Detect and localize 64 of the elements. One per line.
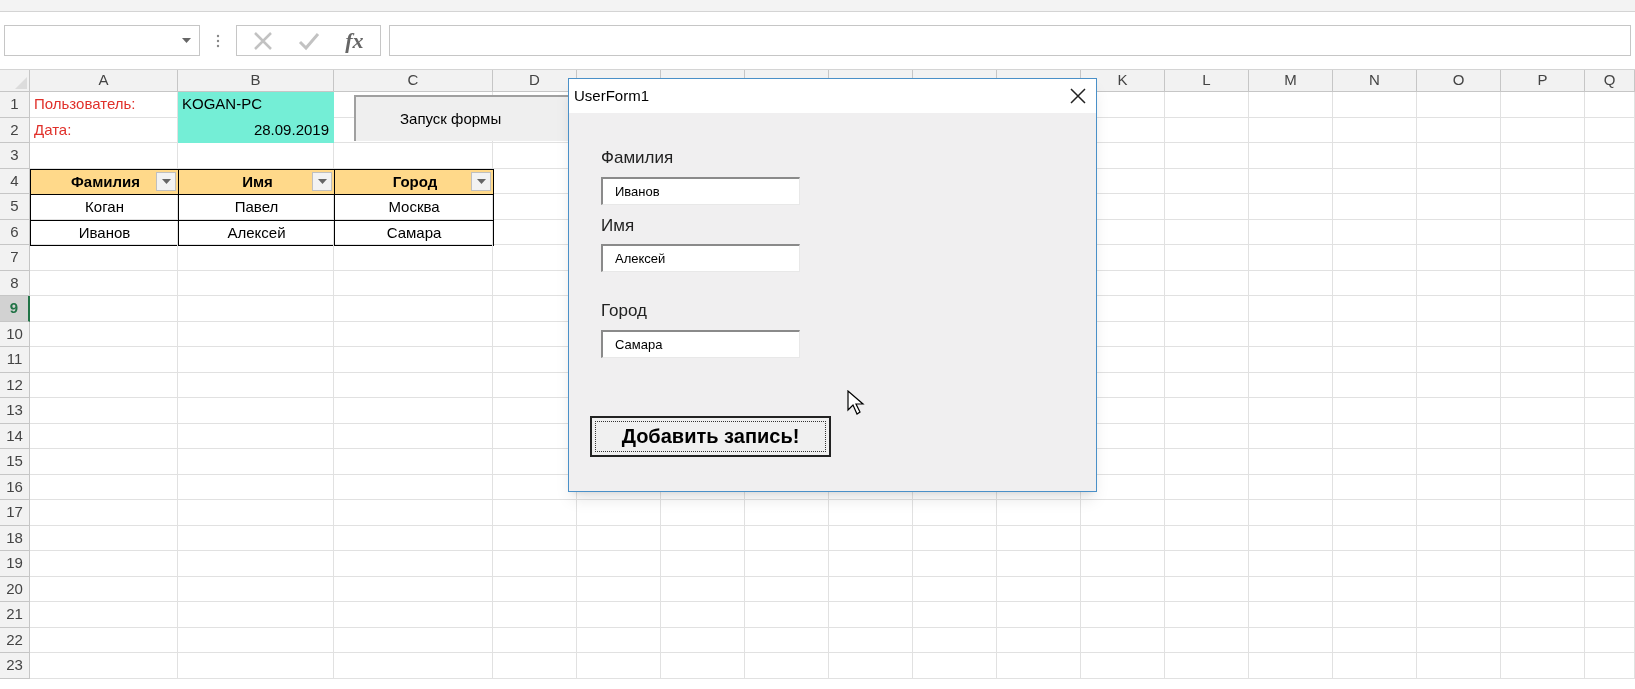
row-header[interactable]: 8 xyxy=(0,270,30,296)
caret-icon xyxy=(182,38,191,43)
mouse-pointer-icon xyxy=(847,389,865,416)
column-header[interactable]: B xyxy=(178,70,334,92)
field-label: Фамилия xyxy=(601,147,675,169)
row-header[interactable]: 5 xyxy=(0,194,30,220)
add-record-button[interactable]: Добавить запись! xyxy=(590,415,831,457)
column-header[interactable]: O xyxy=(1417,70,1501,92)
column-header[interactable]: L xyxy=(1165,70,1249,92)
row-header[interactable]: 18 xyxy=(0,525,30,551)
filter-dropdown-button[interactable] xyxy=(312,172,332,192)
filter-dropdown-button[interactable] xyxy=(156,172,176,192)
caret-icon xyxy=(476,179,486,185)
row-header[interactable]: 16 xyxy=(0,474,30,500)
column-header[interactable]: N xyxy=(1333,70,1417,92)
row-header[interactable]: 19 xyxy=(0,551,30,577)
row-header[interactable]: 7 xyxy=(0,245,30,271)
column-header[interactable]: M xyxy=(1249,70,1333,92)
header-text: Город xyxy=(391,171,439,192)
column-header[interactable]: A xyxy=(30,70,178,92)
table-cell: Коган xyxy=(30,194,179,221)
check-icon[interactable] xyxy=(298,30,321,51)
row-header[interactable]: 9 xyxy=(0,296,30,322)
highlighted-cell: KOGAN-PC xyxy=(178,92,334,118)
column-header[interactable]: P xyxy=(1501,70,1585,92)
row-header[interactable]: 6 xyxy=(0,219,30,245)
drag-handle-icon[interactable] xyxy=(216,33,220,48)
column-header[interactable]: D xyxy=(493,70,577,92)
insert-function-button[interactable]: fx xyxy=(345,24,364,57)
cancel-icon[interactable] xyxy=(253,30,274,51)
row-header[interactable]: 15 xyxy=(0,449,30,475)
row-header[interactable]: 3 xyxy=(0,143,30,169)
row-header[interactable]: 12 xyxy=(0,372,30,398)
table-cell: Алексей xyxy=(178,219,335,246)
row-header[interactable]: 13 xyxy=(0,398,30,424)
table-cell: Самара xyxy=(334,219,494,246)
text-field[interactable]: Иванов xyxy=(601,176,800,205)
formula-input[interactable] xyxy=(389,25,1631,56)
table-cell: Иванов xyxy=(30,219,179,246)
row-header[interactable]: 1 xyxy=(0,92,30,118)
row-header[interactable]: 17 xyxy=(0,500,30,526)
row-header[interactable]: 23 xyxy=(0,653,30,679)
row-header[interactable]: 20 xyxy=(0,576,30,602)
caret-icon xyxy=(317,179,327,185)
row-header[interactable]: 14 xyxy=(0,423,30,449)
field-label: Город xyxy=(601,300,648,322)
row-header[interactable]: 21 xyxy=(0,602,30,628)
row-header[interactable]: 11 xyxy=(0,347,30,373)
text-field[interactable]: Самара xyxy=(601,329,800,358)
text-field[interactable]: Алексей xyxy=(601,244,800,272)
column-header[interactable]: C xyxy=(334,70,493,92)
row-header[interactable]: 22 xyxy=(0,627,30,653)
header-text: Фамилия xyxy=(70,171,141,192)
field-label: Имя xyxy=(601,214,636,237)
close-icon[interactable] xyxy=(1070,88,1086,104)
column-header[interactable]: Q xyxy=(1585,70,1635,92)
dialog-title: UserForm1 xyxy=(574,85,649,106)
row-header[interactable]: 10 xyxy=(0,321,30,347)
row-header[interactable]: 4 xyxy=(0,168,30,194)
filter-dropdown-button[interactable] xyxy=(471,172,491,192)
row-header[interactable]: 2 xyxy=(0,117,30,143)
header-text: Имя xyxy=(241,171,274,192)
highlighted-cell: 28.09.2019 xyxy=(178,117,334,143)
caret-icon xyxy=(161,179,171,185)
